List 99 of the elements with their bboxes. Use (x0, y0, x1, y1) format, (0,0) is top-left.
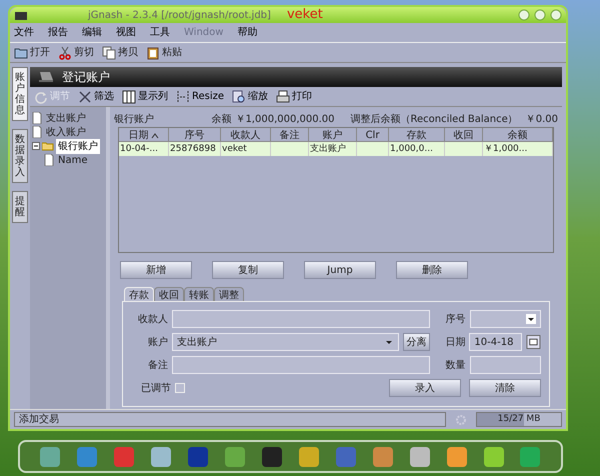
status-message: 添加交易 (14, 412, 446, 427)
side-tab[interactable]: 数据录入 (12, 129, 28, 183)
app-launcher-icon[interactable] (260, 444, 284, 468)
app-launcher-icon[interactable] (518, 444, 542, 468)
expander-icon[interactable] (32, 142, 40, 150)
date-field[interactable]: 10-4-18 (469, 333, 522, 351)
split-button[interactable]: 分离 (403, 333, 430, 351)
account-dropdown[interactable]: 支出账户 (172, 333, 400, 351)
menu-item[interactable]: 工具 (150, 25, 170, 40)
panel-title: 登记账户 (62, 69, 110, 86)
window-control-icon[interactable] (534, 9, 546, 21)
sort-icon (150, 132, 158, 140)
reconciled-label: 调整后余额（Reconciled Balance） (350, 112, 518, 126)
document-icon (32, 126, 42, 138)
field-label: 备注 (147, 358, 168, 372)
copy-icon (102, 46, 116, 60)
menu-item[interactable]: 编辑 (82, 25, 102, 40)
document-icon (32, 112, 42, 124)
laptop-icon (38, 71, 54, 83)
tree-item[interactable]: 银行账户 (56, 138, 100, 154)
calendar-icon[interactable] (526, 334, 541, 350)
toolbar-button[interactable]: 缩放 (232, 89, 268, 104)
balance-label: 余额 (211, 112, 232, 126)
toolbar-button[interactable]: 拷贝 (102, 45, 138, 60)
app-launcher-icon[interactable] (482, 444, 506, 468)
menu-item[interactable]: 帮助 (237, 25, 258, 40)
app-launcher-icon[interactable] (444, 444, 469, 468)
resize-icon (176, 90, 190, 104)
action-button[interactable]: 新增 (120, 261, 192, 279)
form-tab[interactable]: 转账 (184, 287, 214, 301)
quantity-field[interactable] (470, 356, 541, 374)
gear-icon (454, 412, 468, 426)
zoom-icon (232, 90, 246, 104)
folder-icon (42, 140, 54, 152)
app-icon (14, 9, 28, 21)
form-tab[interactable]: 调整 (214, 287, 244, 301)
app-launcher-icon[interactable] (370, 444, 395, 468)
field-label: 收款人 (137, 312, 168, 326)
table-row[interactable]: 10-04-... 25876898 veket 支出账户 1,000,0... ￥1,000... (119, 142, 553, 156)
toolbar-button[interactable]: 粘贴 (146, 45, 182, 60)
memory-reading: 15/27 MB (496, 413, 542, 426)
payee-field[interactable] (172, 310, 430, 328)
side-tab[interactable]: 提醒 (12, 191, 28, 223)
toolbar-button[interactable]: 筛选 (78, 89, 114, 104)
clear-button[interactable]: 清除 (469, 379, 541, 397)
tree-item[interactable]: Name (56, 152, 90, 168)
table-cell: 支出账户 (310, 144, 346, 154)
window-title: jGnash - 2.3.4 [/root/jgnash/root.jdb] (88, 8, 271, 22)
document-icon (44, 154, 54, 166)
form-tab[interactable]: 收回 (154, 287, 184, 301)
app-launcher-icon[interactable] (149, 444, 174, 468)
toolbar-button[interactable]: Resize (176, 89, 224, 104)
scissors-icon (58, 46, 72, 60)
window-control-icon[interactable] (550, 9, 562, 21)
table-cell: 10-04-... (120, 144, 158, 154)
user-label: veket (286, 6, 323, 24)
menu-item[interactable]: 报告 (48, 25, 68, 40)
columns-icon (122, 90, 136, 104)
folder-icon (14, 46, 28, 60)
window-control-icon[interactable] (518, 9, 530, 21)
tree-item[interactable]: 支出账户 (44, 110, 88, 126)
toolbar-button[interactable]: 打印 (276, 89, 312, 104)
printer-icon (276, 90, 290, 104)
side-tab[interactable]: 账户信息 (12, 67, 28, 121)
action-button[interactable]: 复制 (212, 261, 284, 279)
field-label: 账户 (147, 336, 168, 350)
field-label: 日期 (444, 336, 466, 350)
reconciled-value: ￥0.00 (526, 112, 558, 126)
action-button[interactable]: 删除 (396, 261, 468, 279)
app-launcher-icon[interactable] (186, 444, 210, 468)
balance-value: ￥1,000,000,000.00 (235, 112, 334, 126)
table-cell: 1,000,0... (390, 144, 433, 154)
table-cell: ￥1,000... (484, 144, 528, 154)
menu-item[interactable]: 文件 (14, 25, 34, 40)
app-launcher-icon[interactable] (223, 444, 248, 468)
memo-field[interactable] (172, 356, 430, 374)
toolbar-button[interactable]: 打开 (14, 45, 50, 60)
refresh-icon (34, 90, 48, 104)
checkbox-label: 已调节 (140, 382, 171, 396)
account-name: 银行账户 (114, 112, 154, 126)
table-cell: 25876898 (170, 144, 216, 154)
toolbar-button[interactable]: 剪切 (58, 45, 94, 60)
enter-button[interactable]: 录入 (389, 379, 461, 397)
reconciled-checkbox[interactable] (175, 383, 185, 393)
dropdown-icon (526, 314, 536, 324)
action-button[interactable]: Jump (304, 261, 376, 279)
table-cell: veket (222, 144, 247, 154)
app-launcher-icon[interactable] (38, 444, 62, 468)
clipboard-icon (146, 46, 160, 60)
number-dropdown[interactable] (470, 310, 541, 328)
toolbar-button[interactable]: 显示列 (122, 89, 168, 104)
app-launcher-icon[interactable] (75, 444, 100, 468)
app-launcher-icon[interactable] (408, 444, 432, 468)
tree-item[interactable]: 收入账户 (44, 124, 88, 140)
form-tab[interactable]: 存款 (124, 287, 154, 301)
field-label: 数量 (444, 358, 466, 372)
menu-item[interactable]: 视图 (116, 25, 136, 40)
field-label: 序号 (444, 312, 466, 326)
app-launcher-icon[interactable] (296, 444, 321, 468)
